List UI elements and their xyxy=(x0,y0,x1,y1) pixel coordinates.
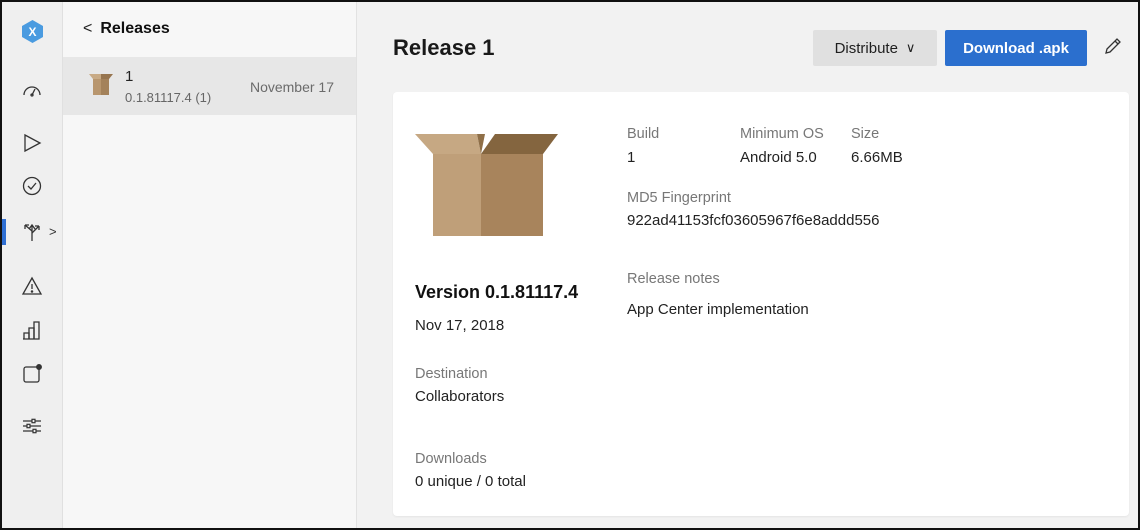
release-date-value: Nov 17, 2018 xyxy=(415,317,505,334)
analytics-icon[interactable] xyxy=(19,317,45,343)
version-heading: Version 0.1.81117.4 xyxy=(415,282,579,302)
dashboard-icon[interactable] xyxy=(19,78,45,104)
release-version: 0.1.81117.4 (1) xyxy=(125,90,212,105)
svg-text:X: X xyxy=(28,25,36,39)
release-detail-card: Version 0.1.81117.4 Nov 17, 2018 Destina… xyxy=(393,92,1129,516)
build-value: 1 xyxy=(627,149,636,166)
edit-pencil-icon[interactable] xyxy=(1102,35,1124,57)
release-number: 1 xyxy=(125,68,134,85)
min-os-value: Android 5.0 xyxy=(740,149,817,166)
release-list-item[interactable]: 1 0.1.81117.4 (1) November 17 xyxy=(63,57,356,115)
size-value: 6.66MB xyxy=(851,149,903,166)
destination-value: Collaborators xyxy=(415,388,505,405)
release-date: November 17 xyxy=(249,79,334,95)
downloads-value: 0 unique / 0 total xyxy=(415,473,526,490)
downloads-label: Downloads xyxy=(415,451,487,467)
package-box-icon xyxy=(415,134,558,236)
app-center-logo-icon[interactable]: X xyxy=(20,19,45,44)
push-icon[interactable] xyxy=(19,361,45,387)
settings-icon[interactable] xyxy=(19,413,45,439)
app-window: X > < Releases 1 0.1.81117.4 (1) Novembe… xyxy=(0,0,1140,530)
build-icon[interactable] xyxy=(19,130,45,156)
page-title: Release 1 xyxy=(393,35,495,60)
diagnostics-icon[interactable] xyxy=(19,273,45,299)
md5-label: MD5 Fingerprint xyxy=(627,190,731,206)
release-notes-label: Release notes xyxy=(627,271,720,287)
test-icon[interactable] xyxy=(19,173,45,199)
package-icon xyxy=(89,74,113,95)
releases-list-pane: < Releases 1 0.1.81117.4 (1) November 17 xyxy=(63,2,357,528)
back-label: Releases xyxy=(100,20,170,37)
back-to-releases-link[interactable]: < Releases xyxy=(83,20,170,38)
build-label: Build xyxy=(627,126,660,142)
distribute-label: Distribute xyxy=(834,39,898,57)
download-apk-button[interactable]: Download .apk xyxy=(945,30,1087,66)
destination-label: Destination xyxy=(415,366,488,382)
distribute-expand-chevron[interactable]: > xyxy=(49,224,57,239)
chevron-left-icon: < xyxy=(83,20,93,37)
release-notes-value: App Center implementation xyxy=(627,301,809,318)
release-details-main: Release 1 Distribute ∨ Download .apk Ver… xyxy=(357,2,1138,528)
distribute-icon[interactable] xyxy=(19,219,45,245)
chevron-down-icon: ∨ xyxy=(905,40,916,55)
size-label: Size xyxy=(851,126,880,142)
md5-value: 922ad41153fcf03605967f6e8addd556 xyxy=(627,212,880,229)
distribute-button[interactable]: Distribute ∨ xyxy=(813,30,937,66)
min-os-label: Minimum OS xyxy=(740,126,824,142)
active-indicator xyxy=(2,219,6,245)
nav-rail: X > xyxy=(2,2,63,528)
